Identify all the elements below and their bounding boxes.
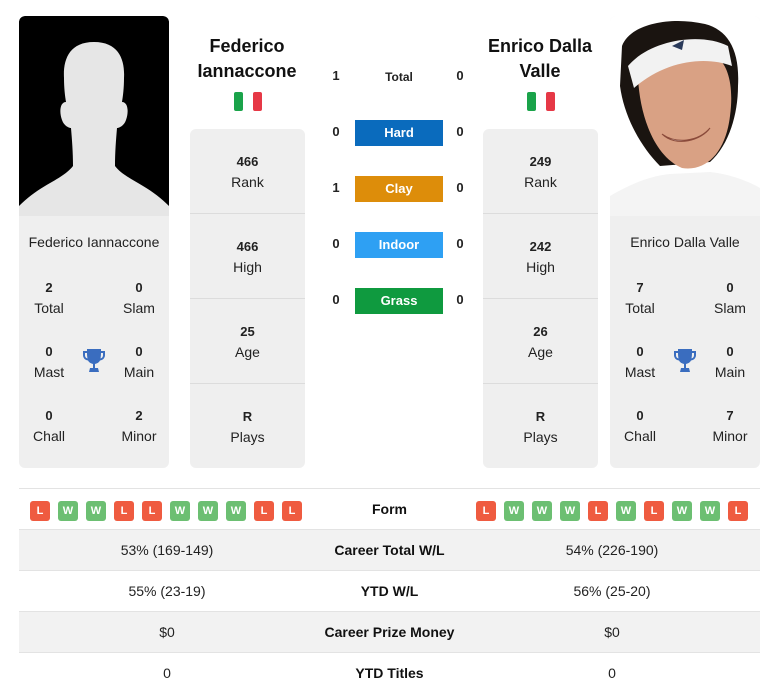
player2-titles-mast: 0 Mast — [624, 344, 656, 380]
player2-titles-main: 0 Main — [714, 344, 746, 380]
form-row: LWWLLWWWLL Form LWWWLWLWWL — [19, 489, 760, 530]
h2h-grass-p2: 0 — [456, 292, 464, 307]
player2-ytd-wl: 56% (25-20) — [573, 583, 651, 599]
player2-plays: R Plays — [523, 409, 558, 445]
player2-rank: 249 Rank — [483, 129, 598, 214]
form-badge-win[interactable]: W — [198, 501, 218, 521]
player2-stats: 249 Rank 242 High 26 Age R Plays — [483, 129, 598, 468]
player1-titles-total: 2 Total — [34, 280, 64, 316]
player1-titles-chall: 0 Chall — [33, 408, 65, 444]
form-badge-win[interactable]: W — [226, 501, 246, 521]
form-label: Form — [372, 501, 407, 517]
player1-career-total-wl: 53% (169-149) — [120, 542, 214, 558]
form-badge-loss[interactable]: L — [728, 501, 748, 521]
form-badge-win[interactable]: W — [504, 501, 524, 521]
h2h-indoor-p1: 0 — [332, 236, 340, 251]
form-badge-win[interactable]: W — [560, 501, 580, 521]
player2-high: 242 High — [483, 214, 598, 299]
form-badge-win[interactable]: W — [532, 501, 552, 521]
player1-career-prize-money: $0 — [159, 624, 175, 640]
player1-plays: R Plays — [230, 409, 265, 445]
form-badge-win[interactable]: W — [58, 501, 78, 521]
h2h-hard-p2: 0 — [456, 124, 464, 139]
player1-titles-minor: 2 Minor — [121, 408, 157, 444]
form-badge-win[interactable]: W — [700, 501, 720, 521]
form-badge-loss[interactable]: L — [476, 501, 496, 521]
surface-hard-button[interactable]: Hard — [355, 120, 443, 146]
form-badge-win[interactable]: W — [170, 501, 190, 521]
form-badge-loss[interactable]: L — [282, 501, 302, 521]
ytd-wl-row: 55% (23-19) YTD W/L 56% (25-20) — [19, 571, 760, 612]
h2h-hard-row: 0 Hard 0 — [320, 120, 480, 146]
player2-name[interactable]: Enrico Dalla Valle — [465, 34, 615, 84]
h2h-total-p1: 1 — [332, 68, 340, 83]
player2-photo[interactable] — [610, 16, 760, 216]
form-badge-loss[interactable]: L — [114, 501, 134, 521]
h2h-grass-p1: 0 — [332, 292, 340, 307]
h2h-indoor-row: 0 Indoor 0 — [320, 232, 480, 258]
form-badge-loss[interactable]: L — [644, 501, 664, 521]
h2h-clay-p1: 1 — [332, 180, 340, 195]
h2h-clay-row: 1 Clay 0 — [320, 176, 480, 202]
career-prize-money-row: $0 Career Prize Money $0 — [19, 612, 760, 653]
ytd-wl-label: YTD W/L — [360, 583, 419, 599]
player2-card: Enrico Dalla Valle 7 Total 0 Slam 0 Mast 0M… — [610, 16, 760, 468]
player-photo-icon — [610, 16, 760, 216]
career-total-wl-row: 53% (169-149) Career Total W/L 54% (226-… — [19, 530, 760, 571]
career-prize-money-label: Career Prize Money — [324, 624, 455, 640]
player1-high: 466 High — [190, 214, 305, 299]
comparison-table: LWWLLWWWLL Form LWWWLWLWWL 53% (169-149)… — [19, 488, 760, 694]
form-badge-loss[interactable]: L — [30, 501, 50, 521]
player2-titles-slam: 0 Slam — [714, 280, 746, 316]
h2h-total-row: 1 Total 0 — [320, 64, 480, 90]
player1-name[interactable]: Federico Iannaccone — [172, 34, 322, 84]
player2-career-total-wl: 54% (226-190) — [565, 542, 659, 558]
player2-card-name: Enrico Dalla Valle — [630, 234, 740, 250]
h2h-clay-p2: 0 — [456, 180, 464, 195]
player1-card: Federico Iannaccone 2 Total 0 Slam 0 Mast 0… — [19, 16, 169, 468]
h2h-indoor-p2: 0 — [456, 236, 464, 251]
player1-ytd-wl: 55% (23-19) — [128, 583, 206, 599]
h2h-total-label: Total — [385, 70, 413, 84]
player1-titles-slam: 0 Slam — [123, 280, 155, 316]
player1-ytd-titles: 0 — [163, 665, 171, 681]
h2h-hard-p1: 0 — [332, 124, 340, 139]
h2h-grass-row: 0 Grass 0 — [320, 288, 480, 314]
player1-card-name: Federico Iannaccone — [28, 234, 160, 250]
player2-form: LWWWLWLWWL — [476, 501, 748, 521]
italy-flag-icon — [527, 92, 555, 111]
trophy-icon — [82, 348, 106, 374]
player2-titles-chall: 0 Chall — [624, 408, 656, 444]
ytd-titles-row: 0 YTD Titles 0 — [19, 653, 760, 694]
player1-photo[interactable] — [19, 16, 169, 216]
form-badge-loss[interactable]: L — [254, 501, 274, 521]
form-badge-loss[interactable]: L — [142, 501, 162, 521]
italy-flag-icon — [234, 92, 262, 111]
player2-ytd-titles: 0 — [608, 665, 616, 681]
player1-stats: 466 Rank 466 High 25 Age R Plays — [190, 129, 305, 468]
player2-titles-total: 7 Total — [625, 280, 655, 316]
form-badge-win[interactable]: W — [86, 501, 106, 521]
form-badge-loss[interactable]: L — [588, 501, 608, 521]
silhouette-icon — [19, 42, 169, 216]
player2-career-prize-money: $0 — [604, 624, 620, 640]
ytd-titles-label: YTD Titles — [355, 665, 424, 681]
trophy-icon — [673, 348, 697, 374]
surface-indoor-button[interactable]: Indoor — [355, 232, 443, 258]
player2-age: 26 Age — [483, 299, 598, 384]
player1-rank: 466 Rank — [190, 129, 305, 214]
form-badge-win[interactable]: W — [672, 501, 692, 521]
player1-titles-mast: 0 Mast — [33, 344, 65, 380]
player2-titles-minor: 7 Minor — [712, 408, 748, 444]
player1-titles-main: 0 Main — [123, 344, 155, 380]
player1-form: LWWLLWWWLL — [30, 501, 302, 521]
form-badge-win[interactable]: W — [616, 501, 636, 521]
surface-grass-button[interactable]: Grass — [355, 288, 443, 314]
player1-age: 25 Age — [190, 299, 305, 384]
career-total-wl-label: Career Total W/L — [334, 542, 445, 558]
surface-clay-button[interactable]: Clay — [355, 176, 443, 202]
